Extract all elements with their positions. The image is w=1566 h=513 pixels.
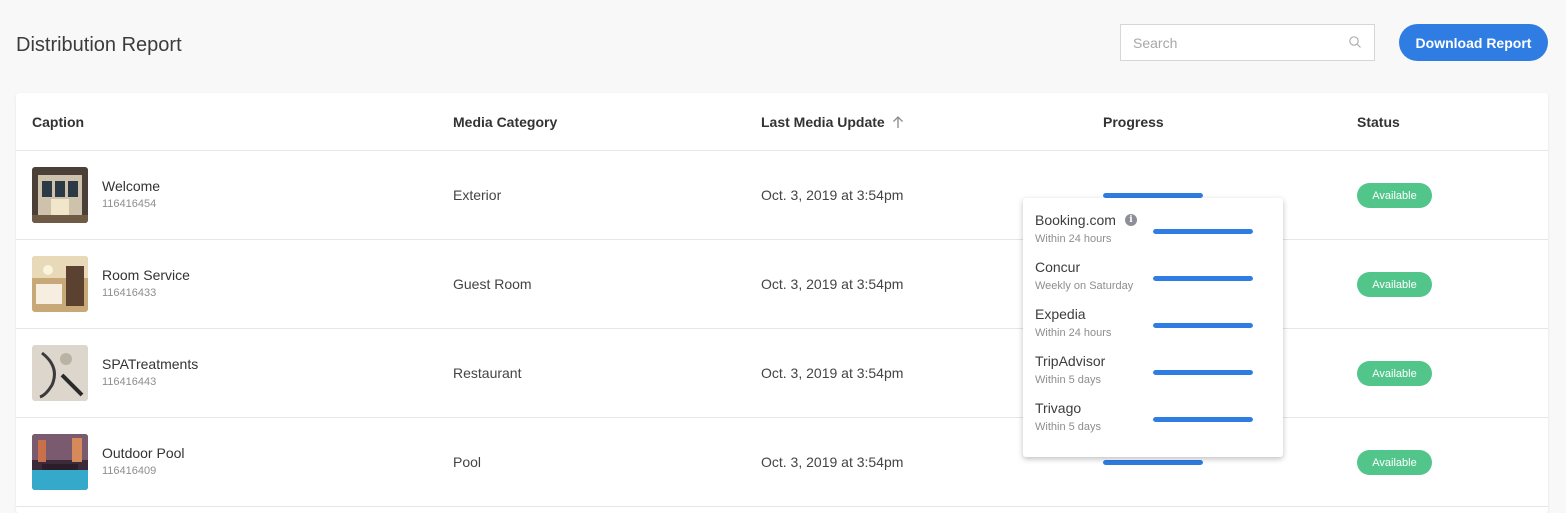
channel-schedule: Within 24 hours bbox=[1035, 233, 1112, 245]
media-category: Exterior bbox=[453, 187, 502, 203]
room-service-thumbnail[interactable] bbox=[32, 256, 88, 312]
media-category: Restaurant bbox=[453, 365, 522, 381]
channel-schedule: Within 24 hours bbox=[1035, 327, 1112, 339]
last-media-update: Oct. 3, 2019 at 3:54pm bbox=[761, 187, 904, 203]
search-icon[interactable] bbox=[1348, 35, 1362, 49]
media-category: Guest Room bbox=[453, 276, 532, 292]
table-row[interactable]: Outdoor Pool 116416409 Pool Oct. 3, 2019… bbox=[16, 418, 1548, 507]
table-row[interactable]: SPATreatments 116416443 Restaurant Oct. … bbox=[16, 329, 1548, 418]
status-badge: Available bbox=[1357, 272, 1432, 297]
caption-name: Outdoor Pool bbox=[102, 445, 185, 461]
page-title: Distribution Report bbox=[16, 34, 182, 56]
caption-name: SPATreatments bbox=[102, 356, 199, 372]
channel-progress-bar bbox=[1153, 370, 1253, 375]
caption-name: Welcome bbox=[102, 178, 161, 194]
channel-booking-com: Booking.com i Within 24 hours bbox=[1035, 212, 1271, 256]
channel-trivago: Trivago Within 5 days bbox=[1035, 400, 1271, 444]
table-row[interactable]: Room Service 116416433 Guest Room Oct. 3… bbox=[16, 240, 1548, 329]
channel-name: Concur bbox=[1035, 259, 1081, 275]
table-row[interactable]: Welcome 116416454 Exterior Oct. 3, 2019 … bbox=[16, 151, 1548, 240]
channel-progress-bar bbox=[1153, 229, 1253, 234]
info-icon[interactable]: i bbox=[1124, 214, 1137, 226]
media-id: 116416433 bbox=[102, 287, 157, 299]
column-header-caption[interactable]: Caption bbox=[32, 114, 84, 130]
channel-progress-bar bbox=[1153, 276, 1253, 281]
channel-concur: Concur Weekly on Saturday bbox=[1035, 259, 1271, 303]
status-badge: Available bbox=[1357, 183, 1432, 208]
spa-treatment-thumbnail[interactable] bbox=[32, 345, 88, 401]
status-badge: Available bbox=[1357, 361, 1432, 386]
caption-name: Room Service bbox=[102, 267, 190, 283]
column-header-status[interactable]: Status bbox=[1357, 114, 1400, 130]
channel-progress-bar bbox=[1153, 417, 1253, 422]
channel-tripadvisor: TripAdvisor Within 5 days bbox=[1035, 353, 1271, 397]
progress-bar[interactable] bbox=[1103, 460, 1203, 465]
hotel-exterior-thumbnail[interactable] bbox=[32, 167, 88, 223]
download-report-button[interactable]: Download Report bbox=[1399, 24, 1548, 61]
channel-schedule: Within 5 days bbox=[1035, 421, 1102, 433]
table-header: Caption Media Category Last Media Update… bbox=[16, 93, 1548, 151]
last-media-update: Oct. 3, 2019 at 3:54pm bbox=[761, 276, 904, 292]
column-header-progress[interactable]: Progress bbox=[1103, 114, 1164, 130]
report-table: Caption Media Category Last Media Update… bbox=[16, 93, 1548, 513]
channel-schedule: Weekly on Saturday bbox=[1035, 280, 1134, 292]
media-category: Pool bbox=[453, 454, 482, 470]
column-header-media-category[interactable]: Media Category bbox=[453, 114, 557, 130]
distribution-progress-popover: Booking.com i Within 24 hours Concur Week… bbox=[1023, 198, 1283, 457]
search-input[interactable] bbox=[1121, 25, 1374, 60]
sort-ascending-icon[interactable] bbox=[891, 115, 905, 129]
search-box[interactable] bbox=[1120, 24, 1375, 61]
channel-name: TripAdvisor bbox=[1035, 353, 1106, 369]
channel-name: Booking.com bbox=[1035, 212, 1116, 228]
last-media-update: Oct. 3, 2019 at 3:54pm bbox=[761, 454, 904, 470]
media-id: 116416454 bbox=[102, 198, 157, 210]
outdoor-pool-thumbnail[interactable] bbox=[32, 434, 88, 490]
status-badge: Available bbox=[1357, 450, 1432, 475]
channel-schedule: Within 5 days bbox=[1035, 374, 1102, 386]
channel-expedia: Expedia Within 24 hours bbox=[1035, 306, 1271, 350]
media-id: 116416443 bbox=[102, 376, 157, 388]
column-header-last-media-update[interactable]: Last Media Update bbox=[761, 114, 905, 130]
media-id: 116416409 bbox=[102, 465, 157, 477]
channel-progress-bar bbox=[1153, 323, 1253, 328]
channel-name: Trivago bbox=[1035, 400, 1082, 416]
channel-name: Expedia bbox=[1035, 306, 1086, 322]
last-media-update: Oct. 3, 2019 at 3:54pm bbox=[761, 365, 904, 381]
